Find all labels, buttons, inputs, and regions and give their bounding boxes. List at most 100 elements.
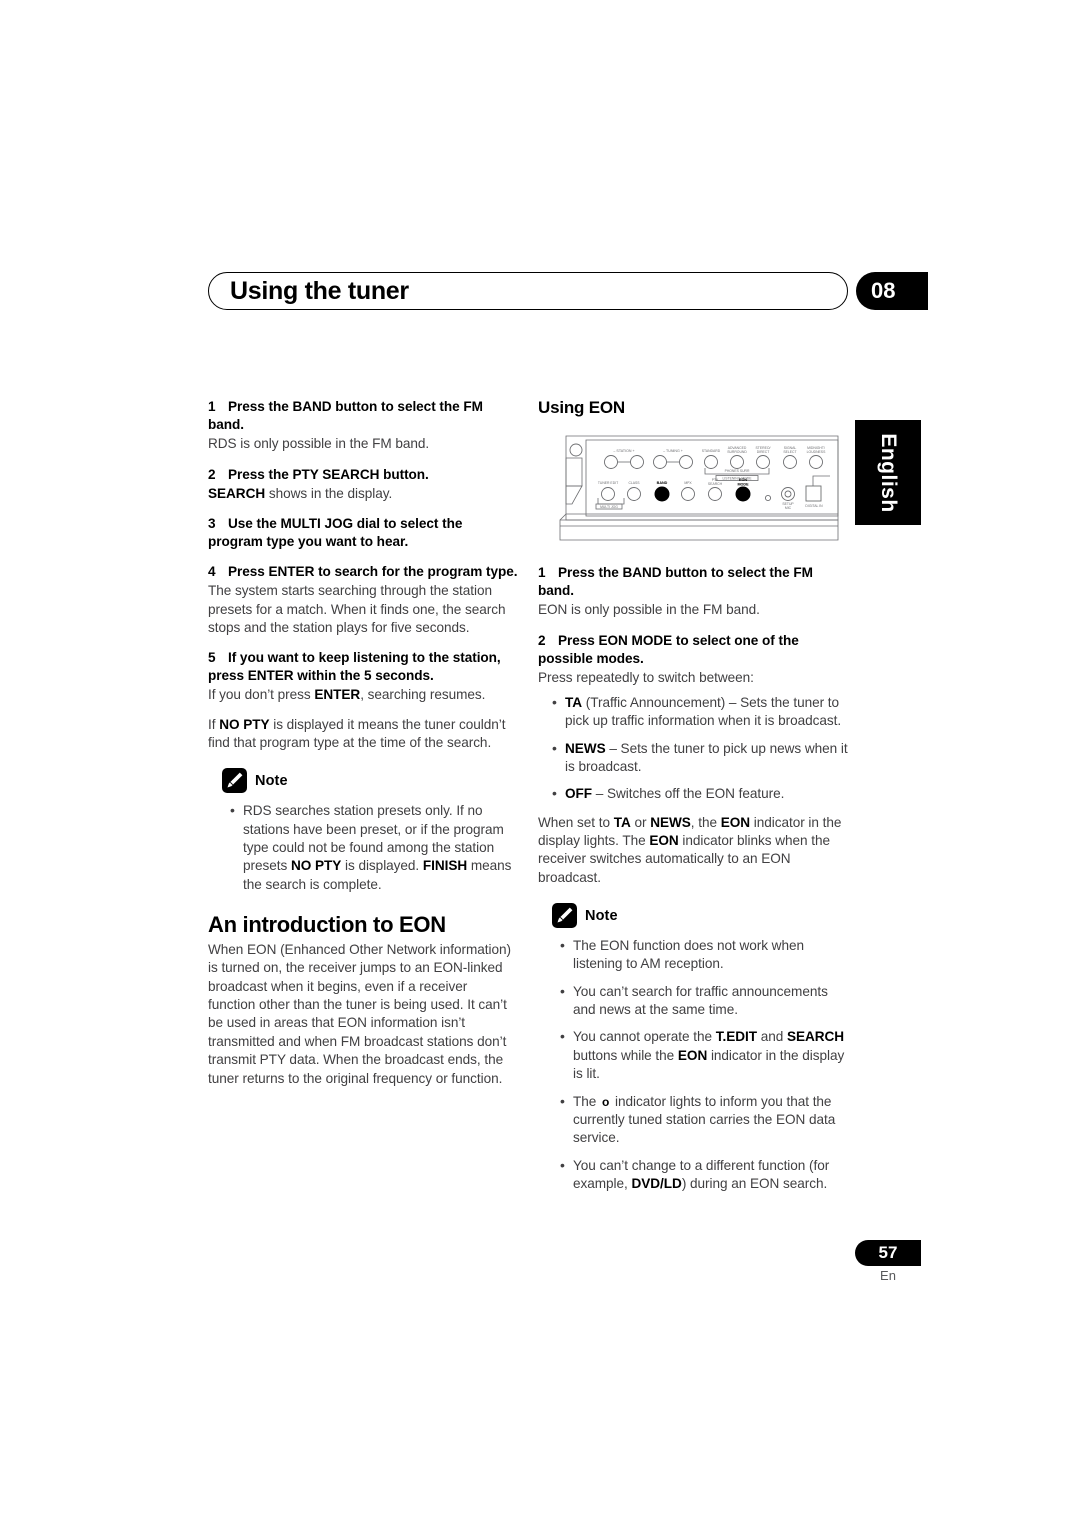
tedit-keyword: T.EDIT [715,1029,757,1045]
text-fragment: , searching resumes. [360,687,486,703]
note-header-right: Note [552,903,848,929]
svg-text:LISTENING MODE: LISTENING MODE [722,476,752,480]
page-header: Using the tuner 08 [208,272,928,312]
note-bullets-right: The EON function does not work when list… [538,936,848,1193]
step-number: 4 [208,564,216,580]
text-fragment: If you don’t press [208,687,315,703]
step-number: 1 [538,565,546,580]
eon-data-indicator-glyph: o [602,1094,610,1109]
section-body-eon: When EON (Enhanced Other Network informa… [208,942,511,1086]
page-number-badge: 57 [855,1240,921,1266]
eon-indicator-paragraph: When set to TA or NEWS, the EON indicato… [538,814,848,887]
finish-keyword: FINISH [422,858,468,874]
step-2-right: 2 Press EON MODE to select one of the pos… [538,632,848,668]
text-fragment: is displayed. [341,858,423,874]
ta-keyword: TA [613,814,631,830]
station-buttons: – STATION + [604,449,644,469]
svg-text:MPX: MPX [684,481,692,485]
step-text: Use the MULTI JOG dial to select the pro… [208,515,463,549]
step-5-left: 5 If you want to keep listening to the st… [208,649,518,685]
page-title: Using the tuner [230,277,409,305]
text-fragment: buttons while the [573,1047,678,1063]
step-5-left-body-b: If NO PTY is displayed it means the tune… [208,716,518,753]
pty-search-button: PTY SEARCH [708,478,723,501]
list-item: NEWS – Sets the tuner to pick up news wh… [552,739,848,777]
off-keyword: OFF [565,786,593,802]
language-tab: English [855,420,921,525]
step-text: Press EON MODE to select one of the poss… [538,632,799,666]
list-item: You can’t search for traffic announcemen… [560,982,848,1020]
class-button: CLASS [627,481,641,501]
svg-text:EON: EON [739,478,747,482]
text-fragment: When set to [538,814,614,830]
listening-mode-buttons: STANDARD ADVANCED SURROUND STEREO/ DIREC… [702,446,770,481]
list-item: OFF – Switches off the EON feature. [552,784,848,803]
svg-text:CLASS: CLASS [628,481,640,485]
svg-text:BAND: BAND [657,481,668,485]
step-2-left-body: SEARCH shows in the display. [208,485,518,503]
step-number: 5 [208,650,216,666]
svg-text:– TUNING +: – TUNING + [663,449,683,453]
step-4-left-body: The system starts searching through the … [208,583,506,635]
no-pty-keyword: NO PTY [219,716,270,732]
text-fragment: and [756,1029,787,1045]
pencil-icon [222,768,247,794]
step-text: Press the BAND button to select the FM b… [538,565,813,599]
list-item: You cannot operate the T.EDIT and SEARCH… [560,1027,848,1083]
news-keyword: NEWS [650,814,691,830]
list-item: The EON function does not work when list… [560,936,848,974]
no-pty-keyword: NO PTY [290,858,342,874]
svg-text:LOUDNESS: LOUDNESS [807,450,826,454]
receiver-front-panel-illustration: – STATION + – TUNING + STANDARD ADVANCED… [538,428,848,548]
eon-keyword: EON [649,833,679,849]
svg-text:SURROUND: SURROUND [727,450,747,454]
text-fragment: If [208,716,220,732]
power-knob [569,443,583,457]
step-number: 3 [208,515,216,531]
text-fragment: The [573,1093,601,1109]
step-number: 2 [538,632,546,648]
svg-text:DIRECT: DIRECT [757,450,770,454]
text-fragment: or [630,814,651,830]
note-label: Note [585,907,618,924]
indicator-led [764,494,772,502]
step-1-right-body: EON is only possible in the FM band. [538,602,760,618]
svg-text:MIC: MIC [785,506,792,510]
svg-text:MULTI JOG: MULTI JOG [600,505,618,509]
text-fragment: , the [690,814,721,830]
step-3-left: 3 Use the MULTI JOG dial to select the pr… [208,515,518,551]
digital-in-jack: DIGITAL IN [805,475,830,508]
band-button-highlighted: BAND [654,481,670,502]
svg-text:PHONES SURR: PHONES SURR [725,469,750,473]
dvdld-keyword: DVD/LD [631,1175,682,1191]
subsection-heading-using-eon: Using EON [538,398,625,417]
mpx-button: MPX [681,481,695,501]
right-column: Using EON – STATION + – TUNING + STANDAR… [538,398,848,1202]
note-bullets-left: RDS searches station presets only. If no… [208,801,518,894]
search-keyword: SEARCH [208,485,266,501]
svg-text:SELECT: SELECT [783,450,796,454]
eon-keyword: EON [677,1047,708,1063]
pencil-icon [552,903,577,929]
page-language-code: En [880,1268,896,1283]
step-2-left: 2 Press the PTY SEARCH button. [208,466,518,484]
pencil-icon-svg [557,907,573,923]
eon-mode-options: TA (Traffic Announcement) – Sets the tun… [538,693,848,804]
section-heading-eon: An introduction to EON [208,912,446,938]
step-number: 1 [208,399,216,414]
pencil-icon-svg [227,772,243,788]
text-fragment: You cannot operate the [573,1029,716,1045]
chapter-badge: 08 [856,272,928,310]
text-fragment: – Switches off the EON feature. [592,786,785,802]
ta-keyword: TA [565,695,583,710]
svg-text:STANDARD: STANDARD [702,449,721,453]
search-keyword: SEARCH [786,1029,845,1045]
step-text: Press ENTER to search for the program ty… [228,564,518,580]
step-text: Press the BAND button to select the FM b… [208,399,483,433]
note-header-left: Note [222,768,518,794]
step-5-left-body-a: If you don’t press ENTER, searching resu… [208,686,518,704]
tuner-edit-button: TUNER EDIT MULTI JOG [595,481,625,510]
news-keyword: NEWS [565,740,606,756]
step-2-right-body: Press repeatedly to switch between: [538,669,754,685]
list-item: The o indicator lights to inform you tha… [560,1091,848,1148]
